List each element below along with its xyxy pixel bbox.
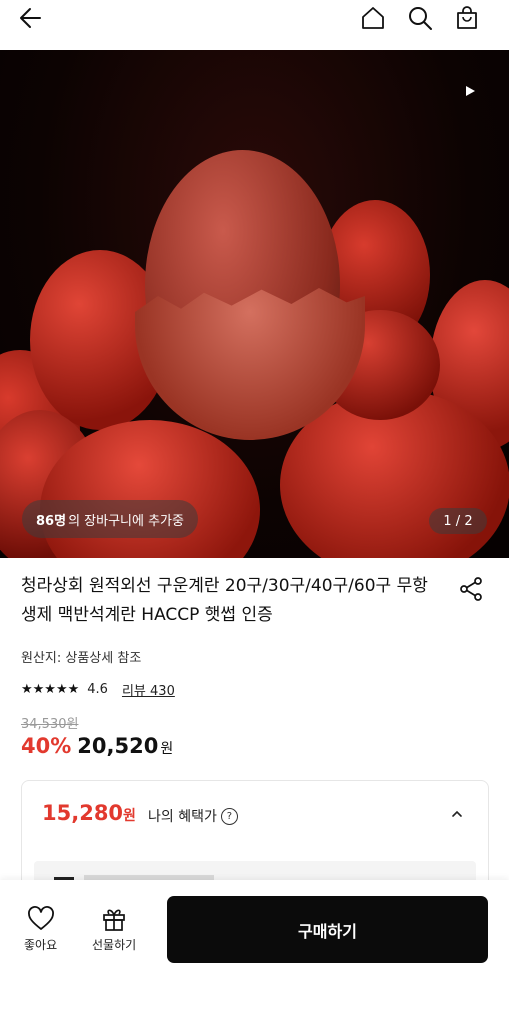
review-link[interactable]: 리뷰 430 xyxy=(122,680,175,699)
buy-button[interactable]: 구매하기 xyxy=(167,896,488,963)
cart-count-badge: 86명 의 장바구니에 추가중 xyxy=(22,500,198,538)
bottom-action-bar: 좋아요 선물하기 구매하기 xyxy=(0,880,509,1024)
search-icon xyxy=(409,7,432,30)
benefit-price: 15,280원 xyxy=(42,801,136,825)
heart-icon xyxy=(27,906,54,930)
benefit-label: 나의 혜택가 ? xyxy=(148,806,238,826)
gift-icon xyxy=(103,909,125,931)
original-price: 34,530원 xyxy=(21,717,79,732)
share-button[interactable] xyxy=(458,576,484,606)
cart-count-text: 의 장바구니에 추가중 xyxy=(68,513,184,529)
sale-price: 20,520 xyxy=(77,734,159,758)
top-header xyxy=(0,0,509,50)
origin-info: 원산지: 상품상세 참조 xyxy=(21,651,142,666)
home-button[interactable] xyxy=(358,3,388,33)
product-image[interactable]: 86명 의 장바구니에 추가중 1 / 2 xyxy=(0,50,509,558)
shopping-bag-icon xyxy=(457,6,477,29)
price-unit: 원 xyxy=(160,741,174,757)
rating-score: 4.6 xyxy=(87,682,108,697)
home-icon xyxy=(362,7,384,29)
rating-stars: ★★★★★ xyxy=(21,682,80,697)
share-icon xyxy=(460,577,482,601)
search-button[interactable] xyxy=(405,3,435,33)
chevron-up-icon xyxy=(452,810,462,817)
back-arrow-icon xyxy=(20,8,41,28)
image-pager: 1 / 2 xyxy=(429,508,487,534)
cart-button[interactable] xyxy=(452,3,482,33)
play-button[interactable] xyxy=(463,83,477,102)
product-title: 청라상회 원적외선 구운계란 20구/30구/40구/60구 무항생제 맥반석계… xyxy=(21,576,428,625)
play-icon xyxy=(466,86,475,96)
discount-rate: 40% xyxy=(21,734,72,758)
rating-row: ★★★★★ 4.6 리뷰 430 xyxy=(21,680,175,699)
benefit-price-unit: 원 xyxy=(123,808,136,824)
gift-button[interactable]: 선물하기 xyxy=(92,906,136,953)
back-button[interactable] xyxy=(16,3,46,33)
benefit-price-value: 15,280 xyxy=(42,801,124,825)
price-row: 40% 20,520 원 xyxy=(21,734,173,758)
help-icon[interactable]: ? xyxy=(220,807,238,825)
benefit-label-text: 나의 혜택가 xyxy=(148,809,217,825)
like-label: 좋아요 xyxy=(24,938,58,952)
gift-label: 선물하기 xyxy=(92,938,137,952)
like-button[interactable]: 좋아요 xyxy=(24,906,57,953)
collapse-button[interactable] xyxy=(450,806,464,825)
cart-count: 86명 xyxy=(36,513,67,529)
